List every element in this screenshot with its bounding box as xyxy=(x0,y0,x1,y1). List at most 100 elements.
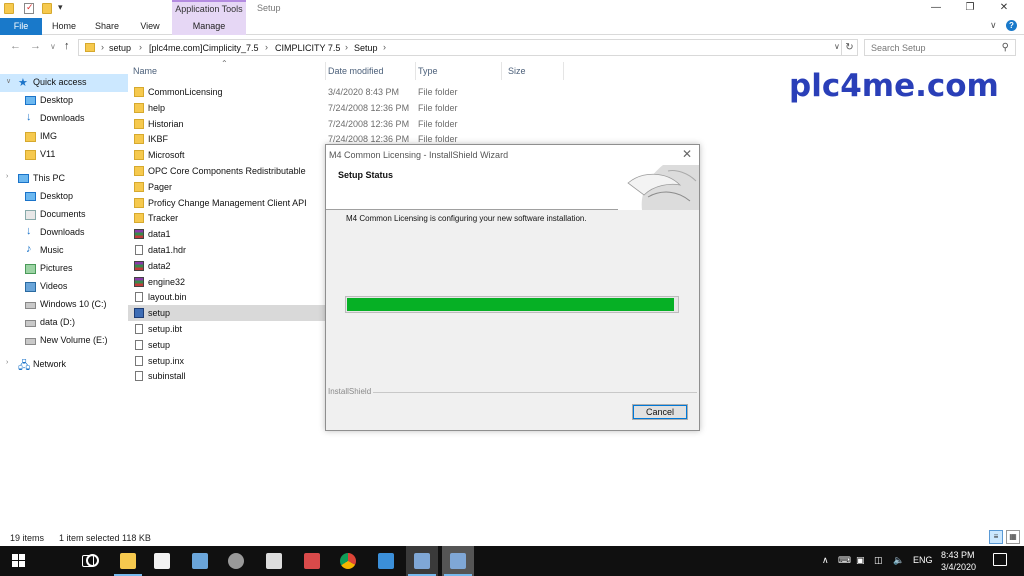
column-name[interactable]: Name xyxy=(133,66,157,76)
chevron-right-icon[interactable]: › xyxy=(101,42,104,52)
chevron-right-icon[interactable]: › xyxy=(139,42,142,52)
file-row[interactable]: engine32 xyxy=(128,274,326,290)
breadcrumb-setup-folder[interactable]: Setup xyxy=(354,43,378,53)
chevron-right-icon[interactable]: › xyxy=(265,42,268,52)
tab-share[interactable]: Share xyxy=(88,18,126,35)
tab-manage[interactable]: Manage xyxy=(172,18,246,35)
help-icon[interactable]: ? xyxy=(1006,20,1017,31)
file-row[interactable]: setup xyxy=(128,305,326,322)
file-row[interactable]: layout.bin xyxy=(128,289,326,305)
clock-date[interactable]: 3/4/2020 xyxy=(941,562,976,572)
column-type[interactable]: Type xyxy=(418,66,438,76)
file-row[interactable]: Proficy Change Management Client API xyxy=(128,195,326,211)
search-input[interactable]: Search Setup ⚲ xyxy=(864,39,1016,56)
column-size[interactable]: Size xyxy=(508,66,526,76)
taskbar-chrome[interactable] xyxy=(332,546,364,576)
file-row[interactable]: data1 xyxy=(128,226,326,242)
tray-network-icon[interactable]: ◫ xyxy=(874,555,883,566)
file-row[interactable]: IKBF 7/24/2008 12:36 PM File folder xyxy=(128,131,458,147)
taskbar-file-explorer[interactable] xyxy=(112,546,144,576)
file-row[interactable]: subinstall xyxy=(128,368,326,384)
back-icon[interactable]: ← xyxy=(10,40,21,52)
file-row[interactable]: setup.inx xyxy=(128,353,326,369)
taskbar-app-4[interactable] xyxy=(296,546,328,576)
refresh-icon[interactable]: ↻ xyxy=(842,39,858,56)
nav-drive-e[interactable]: New Volume (E:) xyxy=(0,332,128,350)
file-row[interactable]: CommonLicensing 3/4/2020 8:43 PM File fold… xyxy=(128,84,458,100)
nav-pictures[interactable]: Pictures xyxy=(0,260,128,278)
recent-dropdown-icon[interactable]: ∨ xyxy=(50,42,56,51)
tab-home[interactable]: Home xyxy=(46,18,82,35)
chevron-right-icon[interactable]: › xyxy=(6,173,8,180)
nav-this-pc[interactable]: › This PC xyxy=(0,170,128,188)
chevron-right-icon[interactable]: › xyxy=(6,359,8,366)
file-row[interactable]: data2 xyxy=(128,258,326,274)
column-divider[interactable] xyxy=(563,62,564,80)
details-view-icon[interactable]: ≡ xyxy=(989,530,1003,544)
column-divider[interactable] xyxy=(415,62,416,80)
nav-documents[interactable]: Documents xyxy=(0,206,128,224)
nav-network[interactable]: › 🖧 Network xyxy=(0,356,128,374)
chevron-down-icon[interactable]: ∨ xyxy=(6,77,11,85)
file-row[interactable]: setup.ibt xyxy=(128,321,326,337)
breadcrumb-cimplicity-75[interactable]: CIMPLICITY 7.5 xyxy=(275,43,340,53)
restore-button[interactable]: ❐ xyxy=(955,1,985,15)
file-row[interactable]: Historian 7/24/2008 12:36 PM File folder xyxy=(128,116,458,132)
taskbar-app-3[interactable] xyxy=(258,546,290,576)
taskbar-app-5[interactable] xyxy=(370,546,402,576)
nav-desktop[interactable]: Desktop xyxy=(0,92,128,110)
nav-v11[interactable]: V11 xyxy=(0,146,128,164)
start-button[interactable] xyxy=(0,546,40,576)
forward-icon[interactable]: → xyxy=(30,40,41,52)
properties-icon[interactable] xyxy=(24,2,34,14)
large-icons-view-icon[interactable]: ▦ xyxy=(1006,530,1020,544)
breadcrumb-setup[interactable]: setup xyxy=(109,43,131,53)
clock-time[interactable]: 8:43 PM xyxy=(941,550,975,560)
chevron-right-icon[interactable]: › xyxy=(383,42,386,52)
tab-file[interactable]: File xyxy=(0,18,42,35)
column-divider[interactable] xyxy=(501,62,502,80)
tab-view[interactable]: View xyxy=(132,18,168,35)
file-row[interactable]: Microsoft xyxy=(128,147,326,163)
taskbar-app-1[interactable] xyxy=(184,546,216,576)
nav-downloads-pc[interactable]: ↓ Downloads xyxy=(0,224,128,242)
tray-chevron-icon[interactable]: ∧ xyxy=(822,555,829,566)
chevron-right-icon[interactable]: › xyxy=(345,42,348,52)
tray-ime-icon[interactable]: ⌨ xyxy=(838,555,851,566)
taskbar-store[interactable] xyxy=(146,546,178,576)
nav-drive-c[interactable]: Windows 10 (C:) xyxy=(0,296,128,314)
dialog-title-bar[interactable]: M4 Common Licensing - InstallShield Wiza… xyxy=(326,145,699,165)
address-bar[interactable]: › setup › [plc4me.com]Cimplicity_7.5 › C… xyxy=(78,39,842,56)
minimize-button[interactable]: — xyxy=(921,1,951,15)
file-row[interactable]: Tracker xyxy=(128,210,326,226)
file-row[interactable]: data1.hdr xyxy=(128,242,326,258)
taskbar-app-2[interactable] xyxy=(220,546,252,576)
nav-img[interactable]: IMG xyxy=(0,128,128,146)
file-row[interactable]: OPC Core Components Redistributable xyxy=(128,163,326,179)
nav-downloads[interactable]: ↓ Downloads xyxy=(0,110,128,128)
task-view-button[interactable] xyxy=(72,546,104,576)
column-divider[interactable] xyxy=(325,62,326,80)
nav-quick-access[interactable]: ∨ ★ Quick access xyxy=(0,74,128,92)
breadcrumb-cimplicity[interactable]: [plc4me.com]Cimplicity_7.5 xyxy=(149,43,259,53)
tray-language[interactable]: ENG xyxy=(913,555,933,565)
close-button[interactable]: ✕ xyxy=(989,1,1019,15)
taskbar-installer-2[interactable] xyxy=(442,546,474,576)
nav-videos[interactable]: Videos xyxy=(0,278,128,296)
address-dropdown-icon[interactable]: ∨ xyxy=(834,42,840,51)
tray-volume-icon[interactable]: 🔈 xyxy=(893,555,904,566)
application-tools-tab[interactable]: Application Tools xyxy=(172,0,246,18)
new-folder-icon[interactable] xyxy=(42,3,52,14)
taskbar-installer-1[interactable] xyxy=(406,546,438,576)
file-row[interactable]: Pager xyxy=(128,179,326,195)
nav-desktop-pc[interactable]: Desktop xyxy=(0,188,128,206)
nav-music[interactable]: ♪ Music xyxy=(0,242,128,260)
notification-icon[interactable] xyxy=(993,553,1007,566)
expand-ribbon-icon[interactable]: ∨ xyxy=(990,20,997,31)
qat-dropdown-icon[interactable]: ▾ xyxy=(58,2,63,13)
search-button[interactable] xyxy=(38,546,99,576)
tray-app-icon[interactable]: ▣ xyxy=(856,555,865,566)
up-icon[interactable]: ↑ xyxy=(64,40,70,52)
nav-drive-d[interactable]: data (D:) xyxy=(0,314,128,332)
column-date-modified[interactable]: Date modified xyxy=(328,66,384,76)
